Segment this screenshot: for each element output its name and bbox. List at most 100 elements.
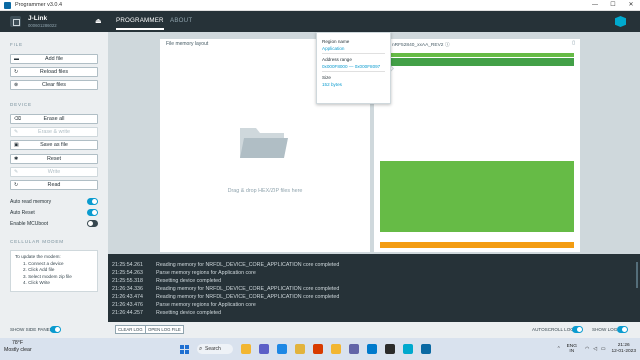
erase-all-label: Erase all [43,116,65,122]
memory-region[interactable] [380,233,574,241]
pencil-icon: ✎ [14,169,19,175]
folder-app-icon[interactable] [331,344,341,354]
log-time: 21:26:43.476 [112,302,143,308]
autoscroll-log-label: AUTOSCROLL LOG [532,327,574,332]
terminal-icon[interactable] [385,344,395,354]
weather-condition: Mostly clear [4,347,32,353]
speaker-icon[interactable]: ◁ [593,347,597,352]
taskbar-app-icons [241,344,439,354]
window-controls: — ☐ ✕ [586,0,640,11]
modem-instructions: To update the modem: 1. Connect a device… [10,250,98,292]
read-button[interactable]: ↻ Read [10,180,98,190]
show-side-panel-toggle[interactable] [50,326,61,333]
browser-icon[interactable] [277,344,287,354]
auto-reset-row: Auto Reset [10,209,98,217]
log-time: 21:25:54.261 [112,262,143,268]
auto-read-memory-row: Auto read memory [10,198,98,206]
memory-region[interactable] [380,242,574,248]
log-time: 21:25:54.263 [112,270,143,276]
teams-icon[interactable] [349,344,359,354]
memory-region[interactable] [380,53,574,57]
log-entry: 21:26:44.257 Resetting device completed [112,310,221,316]
office-icon[interactable] [313,344,323,354]
memory-region[interactable] [380,58,574,66]
taskbar-search-button[interactable]: Search [197,344,233,354]
eject-icon[interactable]: ⏏ [95,17,102,25]
clock[interactable]: 21:26 12-01-2023 [611,343,636,355]
log-entry: 21:26:43.476 Parse memory regions for App… [112,302,256,308]
file-section-title: FILE [10,42,23,47]
reload-icon: ↻ [14,69,19,75]
log-entry: 21:25:54.263 Parse memory regions for App… [112,270,256,276]
windows-taskbar: 78°F Mostly clear Search ⌃ ENG IN ◠ ◁ ▭ … [0,338,640,360]
log-scrollbar[interactable] [636,262,638,288]
auto-reset-toggle[interactable] [87,209,98,216]
save-as-file-button[interactable]: ▣ Save as file [10,140,98,150]
enable-mcuboot-toggle[interactable] [87,220,98,227]
reload-files-button[interactable]: ↻ Reload files [10,67,98,77]
language-indicator[interactable]: ENG IN [567,344,577,355]
log-entry: 21:25:54.261 Reading memory for NRFDL_DEV… [112,262,339,268]
file-explorer-icon[interactable] [241,344,251,354]
chevron-up-icon[interactable]: ⌃ [557,347,561,352]
log-time: 21:25:55.318 [112,278,143,284]
log-time: 21:26:43.474 [112,294,143,300]
log-message: Resetting device completed [156,310,222,316]
tab-programmer[interactable]: PROGRAMMER [116,17,164,30]
device-memory-title: nRF52840_xxAA_REV2 ⓘ [392,41,450,48]
region-name-value: Application [322,46,385,54]
weather-widget[interactable]: 78°F Mostly clear [4,340,32,353]
log-panel[interactable]: 21:25:54.261 Reading memory for NRFDL_DEV… [108,258,640,322]
log-message: Reading memory for NRFDL_DEVICE_CORE_APP… [156,262,340,268]
tab-about[interactable]: ABOUT [170,17,192,24]
windows-start-icon[interactable] [180,344,189,354]
log-entry: 21:25:55.318 Resetting device completed [112,278,221,284]
erase-all-button[interactable]: ⌫ Erase all [10,114,98,124]
address-range-label: Address range [322,57,352,62]
erase-and-write-button[interactable]: ✎ Erase & write [10,127,98,137]
chrome-icon[interactable] [295,344,305,354]
nrf-connect-icon[interactable] [403,344,413,354]
autoscroll-log-toggle[interactable] [572,326,583,333]
taskbar-search-label: Search [205,346,221,352]
reset-button[interactable]: ✱ Reset [10,154,98,164]
wifi-icon[interactable]: ◠ [585,347,589,352]
show-log-toggle[interactable] [617,326,628,333]
add-file-button[interactable]: ▬ Add file [10,54,98,64]
maximize-icon[interactable]: ☐ [604,0,622,11]
auto-read-memory-label: Auto read memory [10,199,52,205]
device-selector[interactable]: J-Link 000601286022 [10,14,57,29]
clear-log-button[interactable]: CLEAR LOG [115,325,146,334]
close-icon[interactable]: ✕ [622,0,640,11]
reload-files-label: Reload files [39,69,69,75]
add-file-label: Add file [45,56,63,62]
region-name-label: Region name [322,39,350,44]
write-button[interactable]: ✎ Write [10,167,98,177]
memory-region[interactable] [380,161,574,232]
auto-read-memory-toggle[interactable] [87,198,98,205]
log-time: 21:26:44.257 [112,310,143,316]
memory-region[interactable] [380,67,574,160]
enable-mcuboot-row: Enable MCUboot [10,220,98,228]
write-label: Write [47,169,61,175]
programmer-icon[interactable] [421,344,431,354]
vscode-icon[interactable] [367,344,377,354]
info-icon[interactable]: ⓘ [445,43,450,48]
video-call-icon[interactable] [259,344,269,354]
device-model: nRF52840_xxAA_REV2 [392,43,444,48]
open-folder-icon [240,128,288,158]
language-bottom: IN [569,349,575,354]
clear-files-button[interactable]: ⊗ Clear files [10,80,98,90]
window-titlebar: Programmer v3.0.4 — ☐ ✕ [0,0,640,11]
cellular-modem-section-title: CELLULAR MODEM [10,239,64,244]
reset-label: Reset [46,156,62,162]
modem-step: 4. Click Write [23,280,50,285]
log-message: Reading memory for NRFDL_DEVICE_CORE_APP… [156,286,340,292]
auto-reset-label: Auto Reset [10,210,35,216]
log-entry: 21:26:43.474 Reading memory for NRFDL_DEV… [112,294,339,300]
chip-icon [10,16,21,27]
nordic-logo-icon [615,16,626,27]
minimize-icon[interactable]: — [586,0,604,11]
battery-icon[interactable]: ▭ [601,347,606,352]
open-log-file-button[interactable]: OPEN LOG FILE [145,325,184,334]
